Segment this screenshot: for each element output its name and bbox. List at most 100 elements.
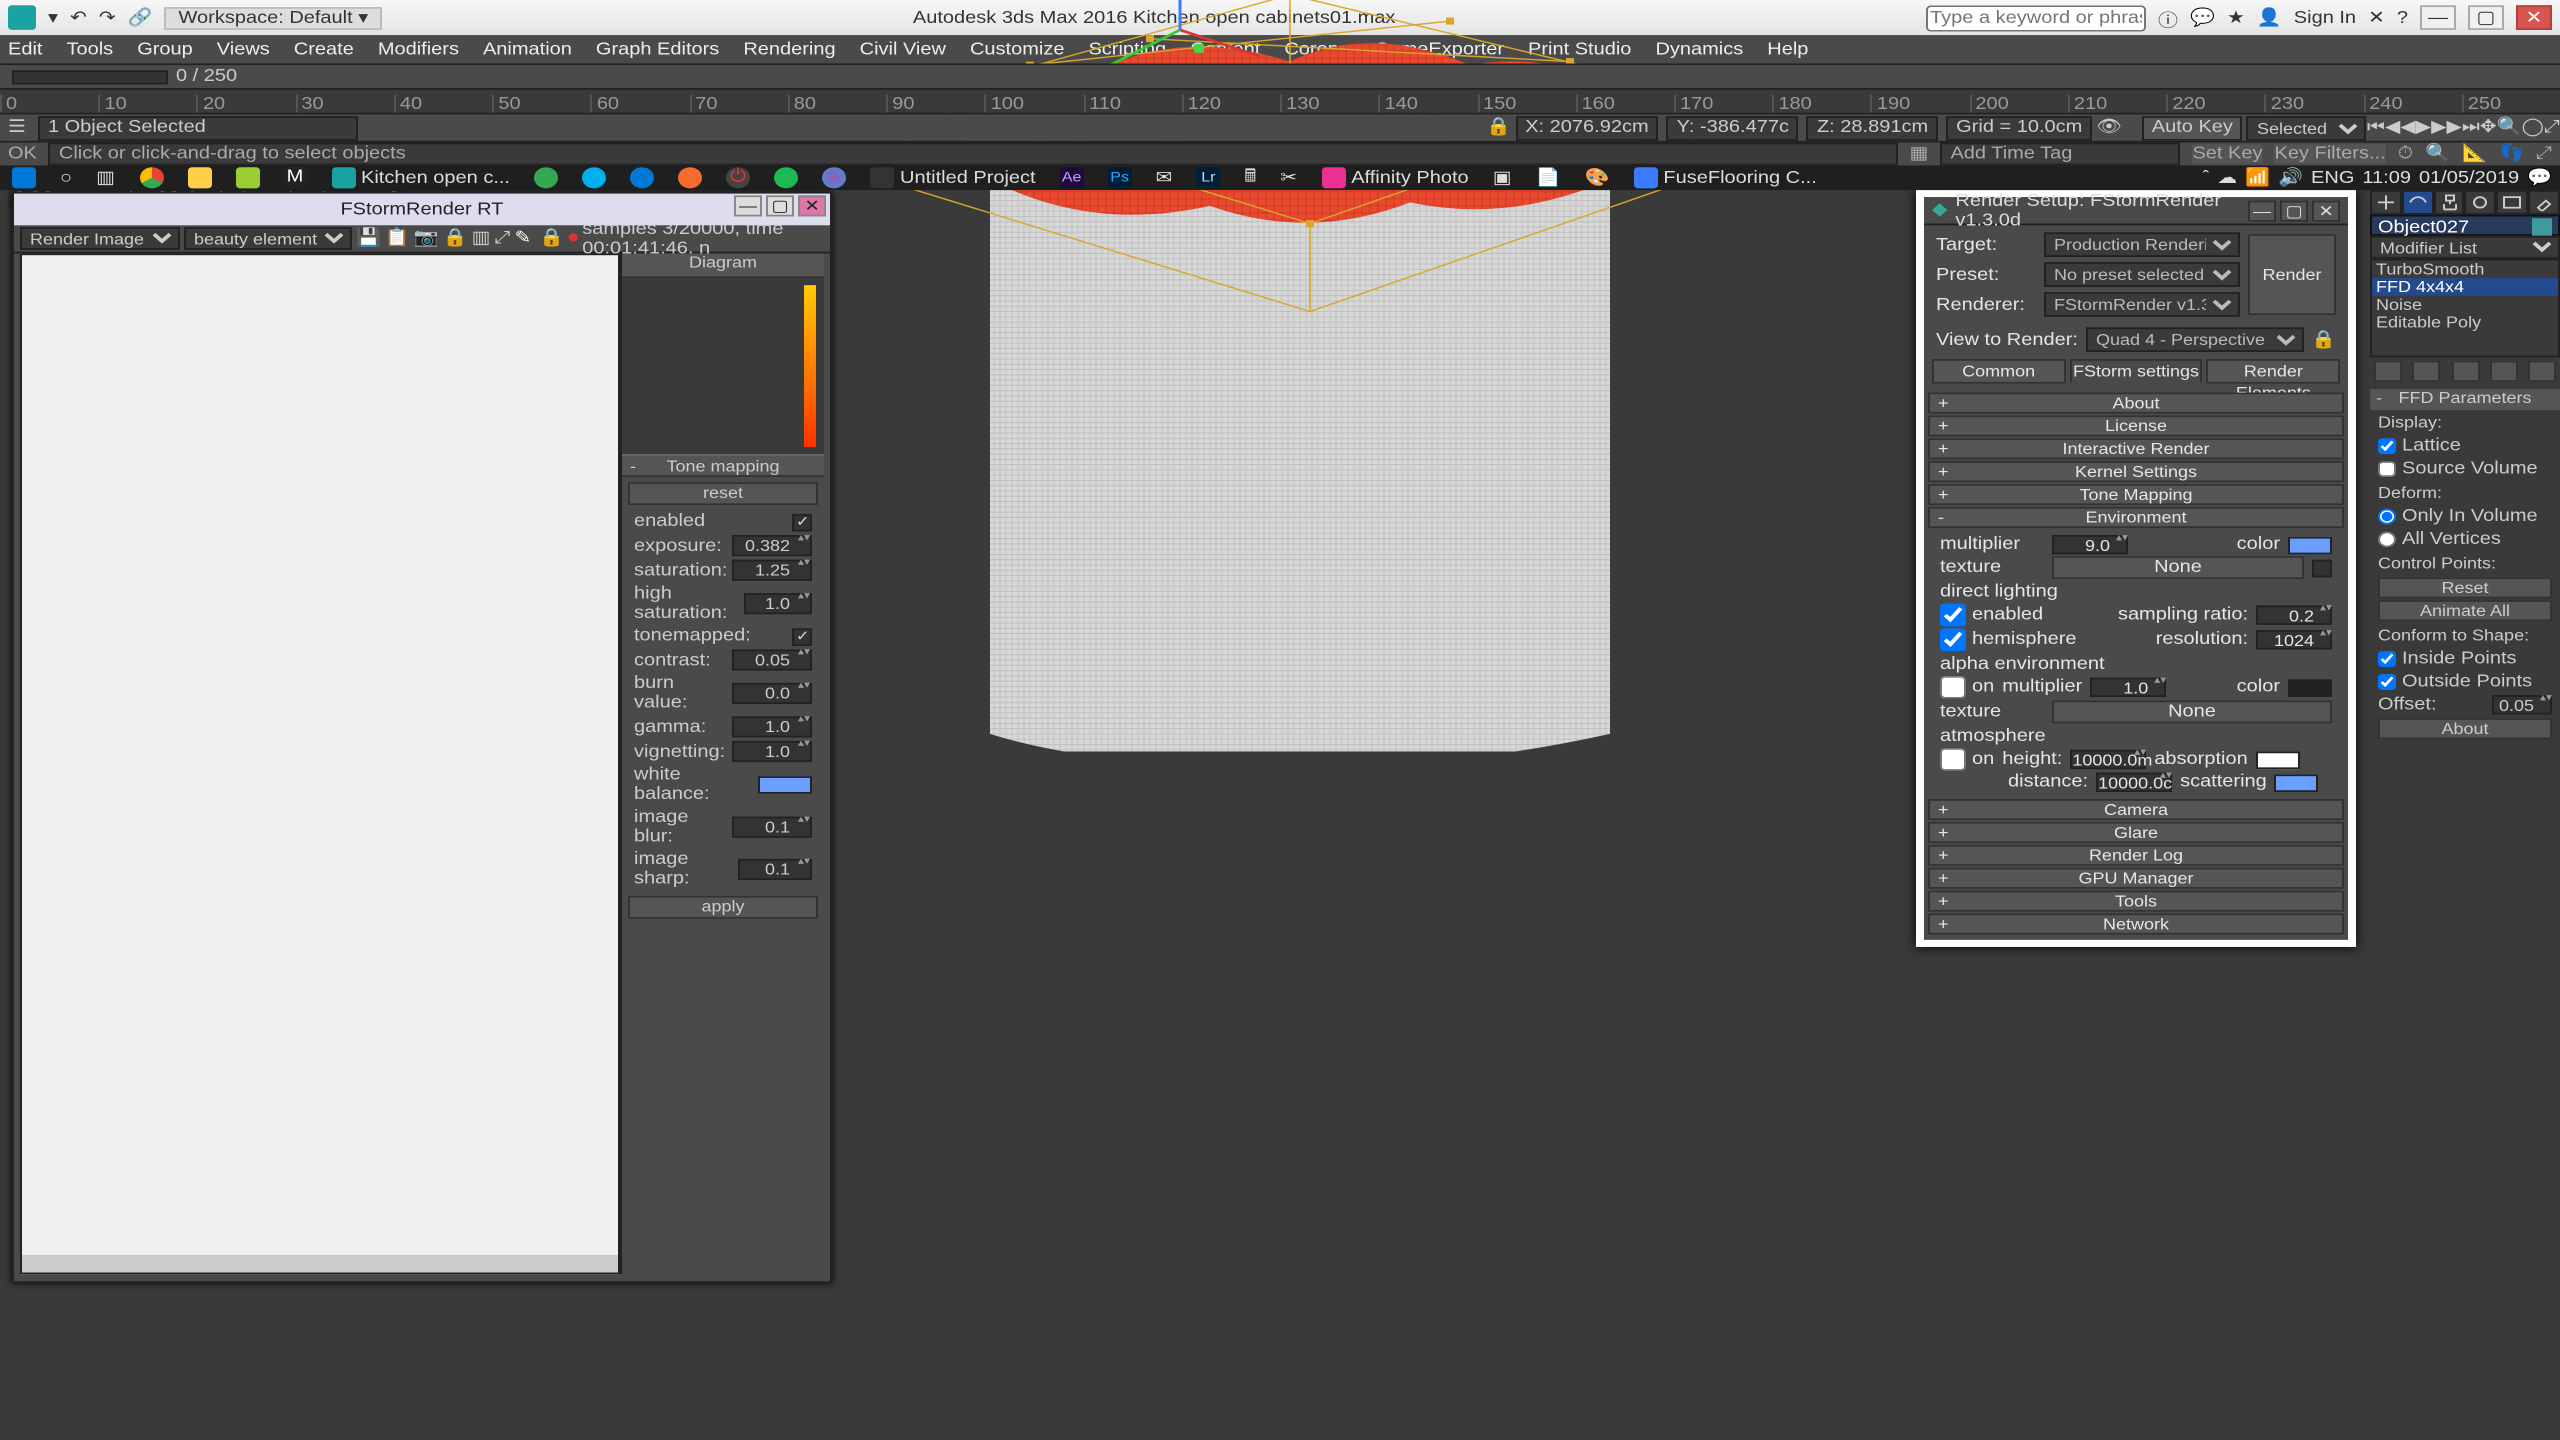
cmd-tab-create[interactable]: [2370, 190, 2402, 215]
explorer-icon[interactable]: [175, 167, 223, 188]
render-setup-max-button[interactable]: ▢: [2280, 200, 2308, 221]
fstorm-rt-titlebar[interactable]: FStormRender RT — ▢ ✕: [14, 194, 830, 226]
tray-chevron-icon[interactable]: ˆ: [2203, 168, 2210, 187]
star-icon[interactable]: ★: [2227, 8, 2245, 27]
tray-cloud-icon[interactable]: ☁: [2217, 168, 2237, 187]
ps-icon[interactable]: Ps: [1096, 167, 1144, 188]
rs-roll-environment[interactable]: Environment: [1928, 507, 2344, 528]
fstorm-rt-lock-icon[interactable]: 🔒: [443, 229, 468, 248]
fstorm-diagram-title[interactable]: Diagram: [622, 253, 824, 278]
coord-y[interactable]: Y: -386.477c: [1667, 115, 1799, 140]
exchange-icon[interactable]: ✕: [2368, 8, 2385, 27]
modifier-list-select[interactable]: Modifier List: [2370, 236, 2560, 259]
tray-wifi-icon[interactable]: 📶: [2245, 168, 2270, 187]
render-setup-close-button[interactable]: ✕: [2312, 200, 2340, 221]
rs-roll-license[interactable]: License: [1928, 415, 2344, 436]
ffd-lattice-checkbox[interactable]: Lattice: [2370, 435, 2560, 458]
fstorm-rt-lock2-icon[interactable]: 🔒: [539, 229, 564, 248]
tm-sharp-spinner[interactable]: 0.1: [738, 859, 812, 880]
floorgen-icon[interactable]: 🎨: [1573, 168, 1622, 187]
key-filters-button[interactable]: Key Filters...: [2275, 144, 2386, 163]
tm-blur-spinner[interactable]: 0.1: [732, 817, 812, 838]
isolate-icon[interactable]: 👁: [2096, 118, 2121, 137]
render-setup-window[interactable]: ◆ Render Setup: FStormRender v1.3.0d — ▢…: [1916, 190, 2356, 947]
link-icon[interactable]: 🔗: [128, 8, 153, 27]
snip-icon[interactable]: ✂: [1268, 168, 1309, 187]
snap-toggle-icon[interactable]: ▦: [1910, 144, 1929, 163]
ffd-offset-spinner[interactable]: 0.05: [2492, 695, 2552, 714]
menu-modifiers[interactable]: Modifiers: [378, 40, 459, 59]
env-height-spinner[interactable]: 10000.0m: [2070, 750, 2146, 769]
task-view-icon[interactable]: ▥: [84, 168, 127, 187]
env-texture-toggle[interactable]: [2312, 559, 2332, 577]
mail-icon[interactable]: ✉: [1144, 168, 1185, 187]
add-time-tag[interactable]: Add Time Tag: [1940, 143, 2180, 166]
fstorm-rt-channel-select[interactable]: beauty element: [184, 227, 352, 250]
help-search-input[interactable]: [1926, 4, 2146, 30]
nav-max-icon[interactable]: ⤢: [2544, 118, 2560, 137]
tone-mapping-reset-button[interactable]: reset: [628, 482, 818, 505]
fstorm-rt-element-select[interactable]: Render Image: [20, 227, 180, 250]
rs-tab-fstorm[interactable]: FStorm settings: [2069, 359, 2202, 384]
ffd-reset-button[interactable]: Reset: [2378, 577, 2552, 598]
stack-config-button[interactable]: [2528, 361, 2556, 382]
notepad3-icon[interactable]: 📄: [1524, 168, 1573, 187]
fstorm-rt-min-button[interactable]: —: [734, 195, 762, 216]
time-slider[interactable]: [12, 70, 168, 84]
rs-roll-glare[interactable]: Glare: [1928, 822, 2344, 843]
davinci-icon[interactable]: Untitled Project: [858, 167, 1048, 188]
modifier-stack[interactable]: TurboSmooth FFD 4x4x4 Noise Editable Pol…: [2370, 259, 2560, 358]
communication-icon[interactable]: 💬: [2190, 8, 2215, 27]
rs-roll-gpu[interactable]: GPU Manager: [1928, 868, 2344, 889]
rs-roll-camera[interactable]: Camera: [1928, 799, 2344, 820]
env-texture-button[interactable]: None: [2052, 556, 2304, 579]
cmd-tab-utilities[interactable]: [2528, 190, 2560, 215]
rs-roll-tools[interactable]: Tools: [1928, 891, 2344, 912]
stack-noise[interactable]: Noise: [2372, 296, 2558, 314]
sharex-icon[interactable]: [810, 167, 858, 188]
stack-pin-button[interactable]: [2374, 361, 2402, 382]
stack-turbosmooth[interactable]: TurboSmooth: [2372, 260, 2558, 278]
env-enabled-checkbox[interactable]: enabled: [1940, 604, 2043, 627]
lock-selection-icon[interactable]: 🔒: [1486, 118, 1511, 137]
menu-group[interactable]: Group: [137, 40, 193, 59]
render-setup-titlebar[interactable]: ◆ Render Setup: FStormRender v1.3.0d — ▢…: [1924, 197, 2348, 225]
env-abs-swatch[interactable]: [2256, 751, 2300, 769]
help-icon[interactable]: ?: [2397, 8, 2408, 27]
menu-help[interactable]: Help: [1767, 40, 1808, 59]
nav-max2-icon[interactable]: ⤢: [2536, 144, 2552, 163]
tm-gamma-spinner[interactable]: 1.0: [732, 716, 812, 737]
fuse-icon[interactable]: FuseFlooring C...: [1621, 167, 1828, 188]
fstorm-rt-cam-icon[interactable]: 📷: [414, 229, 439, 248]
tm-burn-spinner[interactable]: 0.0: [732, 683, 812, 704]
env-res-spinner[interactable]: 1024: [2256, 630, 2332, 649]
window-restore-button[interactable]: ▢: [2468, 5, 2504, 30]
tray-notifications-icon[interactable]: 💬: [2527, 168, 2552, 187]
fstorm-rt-save-icon[interactable]: 💾: [356, 229, 381, 248]
rs-target-select[interactable]: Production Rendering Mode: [2044, 232, 2240, 257]
start-button[interactable]: [0, 167, 48, 188]
gdrive-icon[interactable]: [522, 167, 570, 188]
env-texture2-button[interactable]: None: [2052, 700, 2332, 723]
power-icon[interactable]: ⏻: [714, 167, 762, 188]
user-icon[interactable]: 👤: [2257, 8, 2282, 27]
ffd-only-in-volume-radio[interactable]: Only In Volume: [2370, 505, 2560, 528]
set-key-button[interactable]: Set Key: [2192, 144, 2262, 163]
sign-in-link[interactable]: Sign In: [2294, 8, 2356, 27]
spotify-icon[interactable]: [762, 167, 810, 188]
skype-icon[interactable]: [570, 167, 618, 188]
fstorm-rt-picker-icon[interactable]: ✎: [515, 229, 532, 248]
nav-walk-icon[interactable]: 👣: [2499, 144, 2524, 163]
fstorm-rt-hscroll[interactable]: [22, 1255, 618, 1273]
tm-enabled-checkbox[interactable]: [792, 513, 812, 531]
object-name-field[interactable]: Object027: [2370, 215, 2560, 236]
stack-unique-button[interactable]: [2451, 361, 2479, 382]
time-config-icon[interactable]: ⏱: [2398, 144, 2414, 163]
stack-editable-poly[interactable]: Editable Poly: [2372, 313, 2558, 331]
ffd-outside-points-checkbox[interactable]: Outside Points: [2370, 671, 2560, 694]
redo-icon[interactable]: ↷: [99, 8, 116, 27]
fstorm-rt-panel-icon[interactable]: ▥: [472, 229, 491, 248]
coord-z[interactable]: Z: 28.891cm: [1807, 115, 1938, 140]
ffd-inside-points-checkbox[interactable]: Inside Points: [2370, 648, 2560, 671]
menu-create[interactable]: Create: [294, 40, 354, 59]
